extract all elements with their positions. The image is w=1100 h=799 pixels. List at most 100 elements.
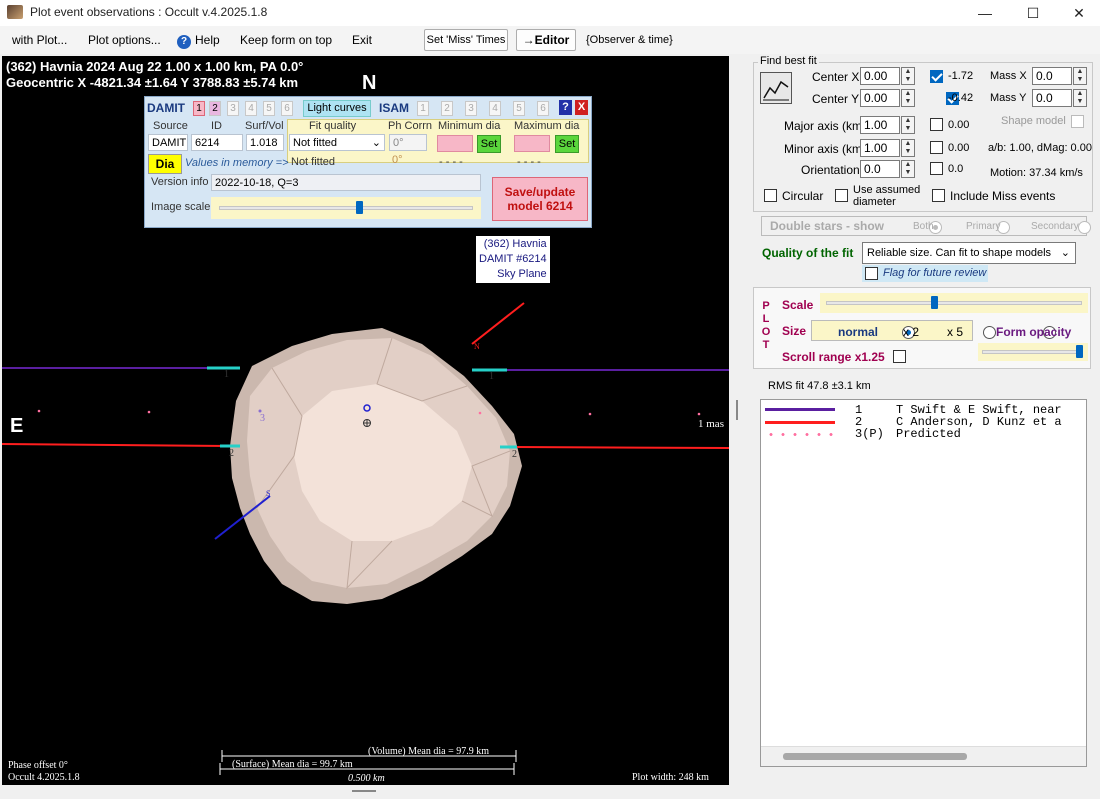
menu-exit[interactable]: Exit (352, 33, 372, 47)
mass-y-input[interactable]: 0.0 (1032, 89, 1072, 107)
image-scale-slider[interactable] (211, 197, 481, 219)
circular-checkbox[interactable] (764, 189, 777, 202)
minor-axis-input[interactable]: 1.00 (860, 139, 900, 157)
ph-corr-field[interactable]: 0° (389, 134, 427, 151)
minor-axis-spinner[interactable]: ▲ ▼ (901, 139, 915, 157)
chord-label-1-right: 1 (489, 371, 494, 382)
major-axis-checkbox[interactable] (930, 118, 943, 131)
damit-help-button[interactable]: ? (559, 100, 572, 115)
col-surf-vol: Surf/Vol (245, 120, 284, 132)
legend-hscrollbar[interactable] (761, 746, 1086, 766)
size-label: Size (782, 324, 807, 338)
mass-y-spinner[interactable]: ▲ ▼ (1073, 89, 1087, 107)
save-update-line2: model 6214 (507, 199, 573, 213)
isam-model-6[interactable]: 6 (537, 101, 549, 116)
damit-model-4[interactable]: 4 (245, 101, 257, 116)
form-opacity-thumb[interactable] (1076, 345, 1083, 358)
asteroid-tag: (362) Havnia DAMIT #6214 Sky Plane (476, 236, 550, 283)
damit-close-button[interactable]: X (575, 100, 588, 115)
damit-model-6[interactable]: 6 (281, 101, 293, 116)
plot-vertical-label: P L O T (761, 300, 771, 352)
major-axis-spinner[interactable]: ▲ ▼ (901, 116, 915, 134)
fit-quality-select[interactable]: Not fitted ⌄ (289, 134, 385, 151)
editor-button[interactable]: →Editor (516, 29, 576, 51)
minor-axis-checkbox[interactable] (930, 141, 943, 154)
legend-num-3: 3(P) (855, 427, 884, 441)
shape-model-checkbox[interactable] (1071, 115, 1084, 128)
damit-model-1[interactable]: 1 (193, 101, 205, 116)
minimize-icon[interactable]: — (962, 0, 1008, 26)
plot-scale-slider[interactable] (820, 293, 1088, 313)
damit-model-3[interactable]: 3 (227, 101, 239, 116)
legend-line-2 (765, 421, 835, 424)
isam-model-5[interactable]: 5 (513, 101, 525, 116)
min-dia-field[interactable] (437, 135, 473, 152)
orientation-checkbox[interactable] (930, 162, 943, 175)
splitter-handle[interactable] (736, 400, 738, 420)
plot-scale-thumb[interactable] (930, 296, 938, 309)
observer-time-button[interactable]: {Observer & time} (586, 34, 673, 46)
version-info-field[interactable]: 2022-10-18, Q=3 (211, 174, 481, 191)
mass-x-input[interactable]: 0.0 (1032, 67, 1072, 85)
center-y-spinner[interactable]: ▲ ▼ (901, 89, 915, 107)
menu-plot-options[interactable]: Plot options... (88, 33, 161, 47)
save-update-model-button[interactable]: Save/update model 6214 (492, 177, 588, 221)
bottom-splitter-handle[interactable] (352, 790, 376, 792)
major-axis-input[interactable]: 1.00 (860, 116, 900, 134)
form-opacity-slider[interactable] (978, 343, 1088, 361)
menu-help-label: Help (195, 33, 220, 47)
light-curves-button[interactable]: Light curves (303, 100, 371, 117)
predicted-dot (697, 412, 701, 416)
use-assumed-checkbox[interactable] (835, 189, 848, 202)
close-icon[interactable]: ✕ (1056, 0, 1100, 26)
scale-mas-label: 1 mas (698, 418, 724, 430)
size-normal-label: normal (838, 325, 879, 339)
fit-chart-icon[interactable] (760, 72, 792, 104)
menu-help[interactable]: ? Help (177, 33, 220, 49)
orientation-spinner[interactable]: ▲ ▼ (901, 160, 915, 178)
center-x-spinner[interactable]: ▲ ▼ (901, 67, 915, 85)
col-source: Source (153, 120, 188, 132)
chord-label-3: 3 (260, 413, 265, 424)
max-dia-field[interactable] (514, 135, 550, 152)
center-y-input[interactable]: 0.00 (860, 89, 900, 107)
quality-select[interactable]: Reliable size. Can fit to shape models ⌄ (862, 242, 1076, 264)
orientation-label: Orientation (801, 163, 860, 177)
observers-legend[interactable]: 1 T Swift & E Swift, near 2 C Anderson, … (760, 399, 1087, 767)
predicted-dot (37, 409, 41, 413)
center-x-adjust: -1.72 (948, 70, 974, 82)
menu-with-plot[interactable]: with Plot... (12, 33, 67, 47)
isam-model-3[interactable]: 3 (465, 101, 477, 116)
ph-corr-memory: 0° (392, 154, 403, 166)
predicted-dot (147, 410, 151, 414)
orientation-adjust: 0.0 (948, 163, 964, 175)
scale-label: Scale (782, 298, 814, 312)
max-dia-set-button[interactable]: Set (555, 135, 579, 153)
menu-keep-on-top[interactable]: Keep form on top (240, 33, 332, 47)
maximize-icon[interactable]: ☐ (1010, 0, 1056, 26)
scroll-range-checkbox[interactable] (893, 350, 906, 363)
double-secondary-radio[interactable] (1078, 221, 1092, 235)
include-miss-checkbox[interactable] (932, 189, 945, 202)
damit-model-5[interactable]: 5 (263, 101, 275, 116)
orientation-input[interactable]: 0.0 (860, 160, 900, 178)
image-scale-track (219, 206, 473, 210)
plot-width-label: Plot width: 248 km (632, 772, 709, 783)
image-scale-thumb[interactable] (355, 201, 363, 214)
damit-model-2[interactable]: 2 (209, 101, 221, 116)
major-axis-label: Major axis (km) (784, 119, 867, 133)
isam-model-1[interactable]: 1 (417, 101, 429, 116)
chevron-down-icon: ⌄ (371, 137, 381, 149)
col-id: ID (211, 120, 222, 132)
dia-button[interactable]: Dia (148, 154, 182, 174)
center-x-checkbox[interactable] (930, 70, 943, 84)
legend-hscroll-thumb[interactable] (783, 753, 967, 760)
flag-review-checkbox[interactable] (865, 267, 878, 280)
min-dia-set-button[interactable]: Set (477, 135, 501, 153)
predicted-dot (478, 411, 482, 415)
center-x-input[interactable]: 0.00 (860, 67, 900, 85)
isam-model-4[interactable]: 4 (489, 101, 501, 116)
mass-x-spinner[interactable]: ▲ ▼ (1073, 67, 1087, 85)
isam-model-2[interactable]: 2 (441, 101, 453, 116)
set-miss-times-button[interactable]: Set 'Miss' Times (424, 29, 508, 51)
